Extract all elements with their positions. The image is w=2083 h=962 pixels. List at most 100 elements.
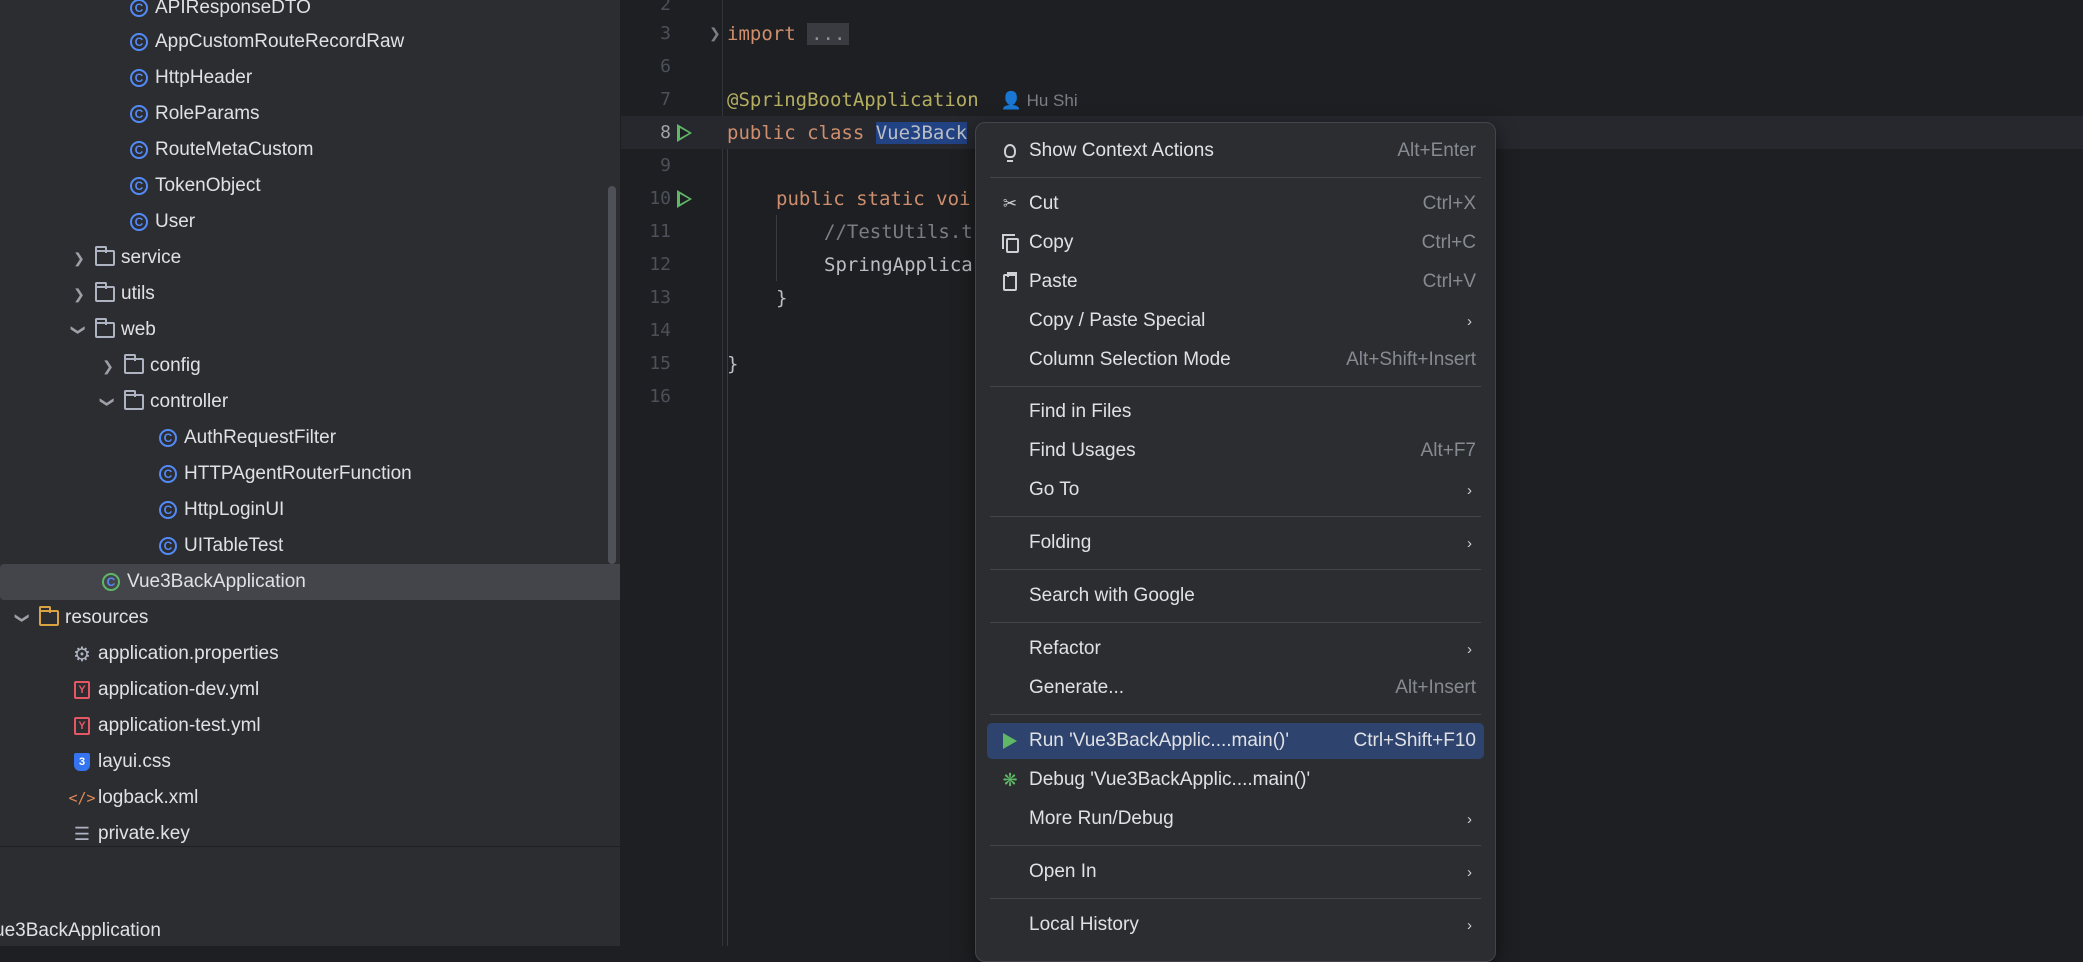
menu-item-find-in-files[interactable]: Find in Files [987, 394, 1484, 430]
submenu-arrow-icon: › [1467, 916, 1472, 934]
menu-item-shortcut: Alt+Shift+Insert [1346, 349, 1476, 370]
fold-chevron-icon[interactable]: ❯ [709, 25, 721, 42]
code-text: } [776, 286, 788, 309]
chevron-right-icon[interactable]: ❯ [68, 247, 90, 269]
menu-item-go-to[interactable]: Go To › [987, 472, 1484, 508]
code-text: public class Vue3Back [727, 121, 968, 144]
tree-item-label: RoleParams [155, 103, 260, 124]
run-gutter-icon[interactable] [677, 123, 692, 142]
code-text: public static voi [776, 188, 970, 210]
tree-item-httploginui[interactable]: C HttpLoginUI [0, 492, 620, 528]
tree-item-user[interactable]: C User [0, 204, 620, 240]
chevron-down-icon[interactable]: ❯ [12, 607, 34, 629]
menu-item-folding[interactable]: Folding › [987, 525, 1484, 561]
tree-item-appcustomrouterecordraw[interactable]: C AppCustomRouteRecordRaw [0, 24, 620, 60]
resources-folder-icon [38, 606, 60, 629]
line-number: 2 [660, 0, 671, 15]
line-number: 7 [660, 89, 671, 110]
copy-icon [999, 232, 1021, 254]
class-icon: C [128, 103, 150, 125]
tree-item-web[interactable]: ❯ web [0, 312, 620, 348]
line-number: 14 [649, 320, 671, 341]
menu-item-label: Find in Files [1029, 401, 1132, 422]
menu-item-find-usages[interactable]: Find Usages Alt+F7 [987, 433, 1484, 469]
line-number: 12 [649, 254, 671, 275]
run-gutter-icon[interactable] [677, 189, 692, 208]
menu-separator [990, 516, 1481, 517]
menu-item-label: Refactor [1029, 638, 1101, 659]
xml-file-icon: </> [68, 789, 96, 807]
tree-item-httpheader[interactable]: C HttpHeader [0, 60, 620, 96]
tree-item-tokenobject[interactable]: C TokenObject [0, 168, 620, 204]
tree-item-logback-xml[interactable]: </> logback.xml [0, 780, 620, 816]
menu-item-run-main[interactable]: Run 'Vue3BackApplic....main()' Ctrl+Shif… [987, 723, 1484, 759]
submenu-arrow-icon: › [1467, 312, 1472, 330]
menu-item-copy[interactable]: Copy Ctrl+C [987, 225, 1484, 261]
debug-icon: ❋ [1002, 769, 1018, 790]
menu-item-label: Generate... [1029, 677, 1125, 698]
tree-item-layui-css[interactable]: 3 layui.css [0, 744, 620, 780]
text-file-icon: ☰ [73, 823, 91, 844]
class-icon: C [128, 0, 150, 19]
tree-item-routemetacustom[interactable]: C RouteMetaCustom [0, 132, 620, 168]
tree-item-authrequestfilter[interactable]: C AuthRequestFilter [0, 420, 620, 456]
spring-boot-class-icon: C [100, 571, 122, 593]
chevron-right-icon[interactable]: ❯ [97, 355, 119, 377]
menu-item-label: Search with Google [1029, 585, 1195, 606]
menu-item-search-with-google[interactable]: Search with Google [987, 578, 1484, 614]
menu-item-refactor[interactable]: Refactor › [987, 631, 1484, 667]
submenu-arrow-icon: › [1467, 481, 1472, 499]
menu-item-paste[interactable]: Paste Ctrl+V [987, 264, 1484, 300]
tree-item-application-test-yml[interactable]: Y application-test.yml [0, 708, 620, 744]
menu-item-more-run-debug[interactable]: More Run/Debug › [987, 801, 1484, 837]
user-icon: 👤 [1000, 90, 1022, 110]
tree-scrollbar[interactable] [608, 186, 616, 564]
submenu-arrow-icon: › [1467, 534, 1472, 552]
tree-item-utils[interactable]: ❯ utils [0, 276, 620, 312]
folder-icon [94, 246, 116, 269]
tree-item-label: controller [150, 391, 229, 412]
menu-item-label: Copy / Paste Special [1029, 310, 1206, 331]
chevron-down-icon[interactable]: ❯ [97, 391, 119, 413]
folded-imports[interactable]: ... [807, 22, 850, 45]
tree-item-label: HttpHeader [155, 67, 253, 88]
tree-item-label: HttpLoginUI [184, 499, 285, 520]
menu-item-generate[interactable]: Generate... Alt+Insert [987, 670, 1484, 706]
menu-item-cut[interactable]: ✂ Cut Ctrl+X [987, 186, 1484, 222]
menu-item-open-in[interactable]: Open In › [987, 854, 1484, 890]
menu-separator [990, 569, 1481, 570]
folder-icon [94, 282, 116, 305]
submenu-arrow-icon: › [1467, 810, 1472, 828]
tree-item-service[interactable]: ❯ service [0, 240, 620, 276]
menu-item-label: Go To [1029, 479, 1080, 500]
class-icon: C [128, 175, 150, 197]
author-hint[interactable]: 👤 Hu Shi [1001, 91, 1078, 110]
menu-item-local-history[interactable]: Local History › [987, 907, 1484, 943]
menu-item-copy-paste-special[interactable]: Copy / Paste Special › [987, 303, 1484, 339]
tree-item-apiresponsedto[interactable]: C APIResponseDTO [0, 0, 620, 26]
tree-item-application-properties[interactable]: ⚙ application.properties [0, 636, 620, 672]
menu-item-show-context-actions[interactable]: Show Context Actions Alt+Enter [987, 133, 1484, 169]
tree-item-application-dev-yml[interactable]: Y application-dev.yml [0, 672, 620, 708]
annotation: @SpringBootApplication [727, 88, 979, 111]
folder-icon [123, 354, 145, 377]
tree-item-controller[interactable]: ❯ controller [0, 384, 620, 420]
menu-item-label: Open In [1029, 861, 1097, 882]
class-icon: C [157, 463, 179, 485]
menu-item-debug-main[interactable]: ❋ Debug 'Vue3BackApplic....main()' [987, 762, 1484, 798]
menu-item-column-selection-mode[interactable]: Column Selection Mode Alt+Shift+Insert [987, 342, 1484, 378]
tree-item-label: utils [121, 283, 155, 304]
tree-item-label: private.key [98, 823, 190, 844]
tree-item-httpagentrouterfunction[interactable]: C HTTPAgentRouterFunction [0, 456, 620, 492]
tree-item-resources[interactable]: ❯ resources [0, 600, 614, 636]
tree-item-label: UITableTest [184, 535, 284, 556]
menu-item-shortcut: Ctrl+V [1422, 271, 1476, 292]
chevron-right-icon[interactable]: ❯ [68, 283, 90, 305]
tree-item-roleparams[interactable]: C RoleParams [0, 96, 620, 132]
menu-item-shortcut: Ctrl+C [1421, 232, 1476, 253]
tree-item-vue3backapplication[interactable]: C Vue3BackApplication [0, 564, 620, 600]
tree-item-config[interactable]: ❯ config [0, 348, 620, 384]
chevron-down-icon[interactable]: ❯ [68, 319, 90, 341]
menu-item-shortcut: Ctrl+X [1422, 193, 1476, 214]
tree-item-uitabletest[interactable]: C UITableTest [0, 528, 620, 564]
